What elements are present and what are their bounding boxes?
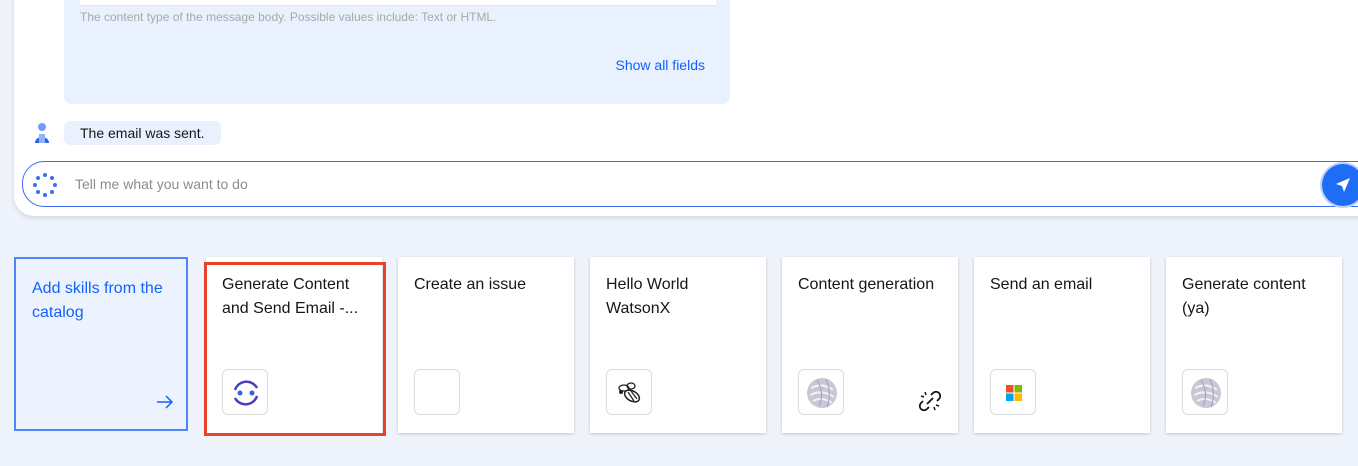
send-icon (1336, 178, 1350, 192)
flow-icon (222, 369, 268, 415)
skill-card-create-issue[interactable]: Create an issue (398, 257, 574, 433)
skill-card-content-generation[interactable]: Content generation (782, 257, 958, 433)
form-card: The content type of the message body. Po… (64, 0, 730, 104)
chat-message: The email was sent. (64, 121, 221, 145)
skill-card-generate-content-ya[interactable]: Generate content (ya) (1166, 257, 1342, 433)
sphere-icon (1182, 369, 1228, 415)
arrow-right-icon (157, 395, 174, 409)
add-skills-catalog-card[interactable]: Add skills from the catalog (14, 257, 188, 431)
field-helper-text: The content type of the message body. Po… (80, 10, 497, 24)
chat-input[interactable] (75, 176, 975, 192)
assistant-dots-icon (32, 172, 58, 198)
skill-card-generate-content-send-email[interactable]: Generate Content and Send Email -... (206, 257, 382, 433)
skill-card-title: Create an issue (414, 276, 527, 293)
blank-icon (414, 369, 460, 415)
broken-link-icon (918, 390, 942, 412)
skill-card-send-email[interactable]: Send an email (974, 257, 1150, 433)
skill-card-title: Content generation (798, 276, 935, 293)
skill-card-title: Generate content (ya) (1182, 276, 1306, 317)
send-button[interactable] (1322, 164, 1358, 206)
skill-card-title: Generate Content and Send Email -... (222, 276, 359, 317)
bee-icon (606, 369, 652, 415)
show-all-fields-link[interactable]: Show all fields (616, 57, 706, 73)
user-avatar-icon (32, 122, 52, 144)
microsoft-icon (990, 369, 1036, 415)
sphere-icon (798, 369, 844, 415)
skill-card-hello-world-watsonx[interactable]: Hello World WatsonX (590, 257, 766, 433)
catalog-card-label: Add skills from the catalog (32, 280, 163, 321)
skill-card-title: Send an email (990, 276, 1093, 293)
skill-card-title: Hello World WatsonX (606, 276, 689, 317)
content-type-field[interactable] (80, 0, 716, 6)
